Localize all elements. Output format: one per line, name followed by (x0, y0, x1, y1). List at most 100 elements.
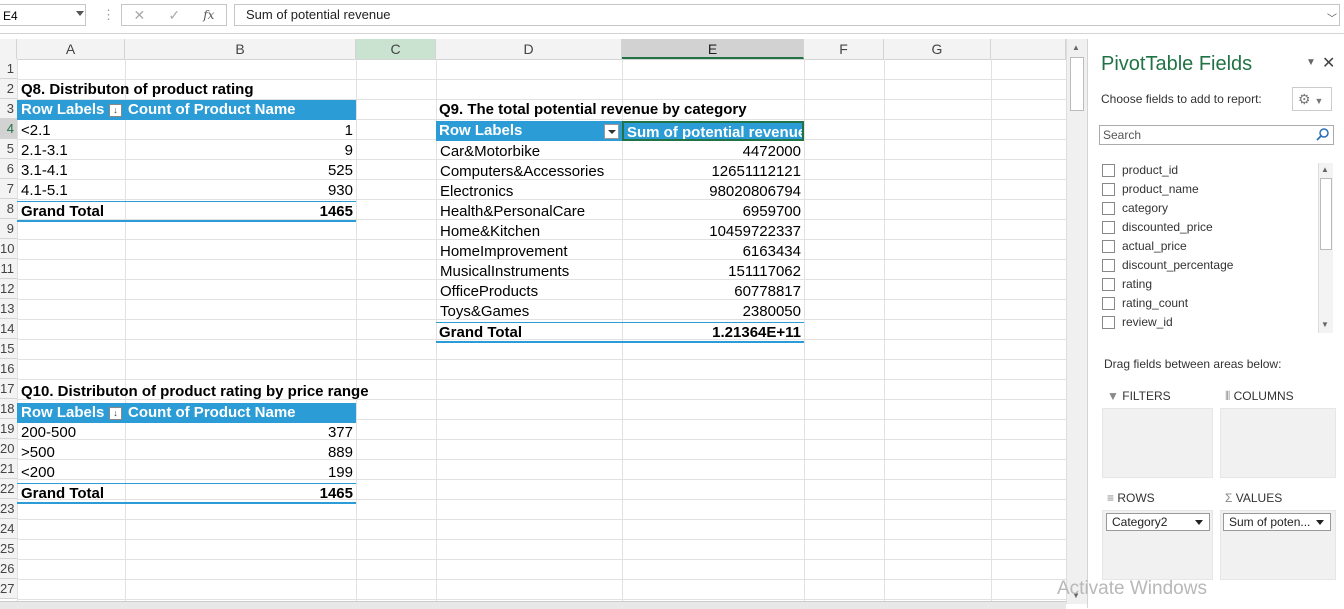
column-header-b[interactable]: B (125, 39, 356, 59)
q9-row-label[interactable]: MusicalInstruments (436, 262, 622, 282)
row-header[interactable]: 10 (0, 239, 17, 259)
search-icon[interactable] (1316, 127, 1330, 141)
column-header-a[interactable]: A (17, 39, 125, 59)
q10-row-label[interactable]: >500 (17, 443, 125, 463)
checkbox-icon[interactable] (1102, 202, 1115, 216)
q10-filter-icon[interactable]: ↓ (109, 407, 122, 420)
field-item[interactable]: product_name (1102, 181, 1199, 197)
field-item[interactable]: discount_percentage (1102, 257, 1233, 273)
filters-drop-area[interactable] (1102, 408, 1213, 478)
q9-row-label[interactable]: Toys&Games (436, 302, 622, 322)
checkbox-icon[interactable] (1102, 316, 1115, 330)
column-header-f[interactable]: F (804, 39, 884, 59)
row-header[interactable]: 9 (0, 219, 17, 239)
field-item[interactable]: category (1102, 200, 1168, 216)
row-header[interactable]: 24 (0, 519, 17, 539)
name-box-dropdown-icon[interactable] (76, 11, 84, 16)
q9-row-value[interactable]: 98020806794 (622, 182, 804, 202)
q9-row-value[interactable]: 60778817 (622, 282, 804, 302)
column-header-h[interactable] (991, 39, 1066, 59)
field-scroll-up-icon[interactable]: ▲ (1321, 165, 1329, 174)
row-header[interactable]: 17 (0, 379, 17, 399)
row-header[interactable]: 2 (0, 79, 17, 99)
row-header[interactable]: 18 (0, 399, 17, 419)
q9-filter-icon[interactable] (604, 124, 619, 139)
q10-row-value[interactable]: 889 (125, 443, 356, 463)
column-header-g[interactable]: G (884, 39, 991, 59)
column-header-d[interactable]: D (436, 39, 622, 59)
q10-row-label[interactable]: 200-500 (17, 423, 125, 443)
field-item[interactable]: product_id (1102, 162, 1178, 178)
q8-row-value[interactable]: 1 (125, 121, 356, 141)
q8-row-value[interactable]: 9 (125, 141, 356, 161)
row-header[interactable]: 8 (0, 199, 17, 219)
select-all-corner[interactable] (0, 39, 17, 59)
values-field-pill[interactable]: Sum of poten... (1223, 513, 1331, 531)
q8-row-label[interactable]: 2.1-3.1 (17, 141, 125, 161)
field-item[interactable]: rating (1102, 276, 1152, 292)
row-header[interactable]: 4 (0, 119, 17, 139)
q9-row-label[interactable]: Health&PersonalCare (436, 202, 622, 222)
row-header[interactable]: 6 (0, 159, 17, 179)
row-header[interactable]: 7 (0, 179, 17, 199)
vertical-scrollbar[interactable] (1066, 39, 1087, 604)
field-item[interactable]: review_id (1102, 314, 1173, 330)
checkbox-icon[interactable] (1102, 297, 1115, 311)
gear-icon[interactable]: ⚙ ▼ (1292, 87, 1332, 111)
q8-row-value[interactable]: 525 (125, 161, 356, 181)
field-item[interactable]: actual_price (1102, 238, 1187, 254)
q10-row-value[interactable]: 377 (125, 423, 356, 443)
column-header-e[interactable]: E (622, 39, 804, 59)
row-header[interactable]: 11 (0, 259, 17, 279)
checkbox-icon[interactable] (1102, 240, 1115, 254)
formula-input[interactable]: Sum of potential revenue (234, 4, 1340, 26)
field-item[interactable]: rating_count (1102, 295, 1188, 311)
row-header[interactable]: 16 (0, 359, 17, 379)
q9-row-value[interactable]: 10459722337 (622, 222, 804, 242)
field-list-scroll-thumb[interactable] (1320, 178, 1332, 250)
checkbox-icon[interactable] (1102, 259, 1115, 273)
q9-row-label[interactable]: HomeImprovement (436, 242, 622, 262)
q9-row-label[interactable]: OfficeProducts (436, 282, 622, 302)
q8-row-label[interactable]: <2.1 (17, 121, 125, 141)
row-header[interactable]: 19 (0, 419, 17, 439)
pane-options-icon[interactable]: ▼ (1306, 57, 1316, 68)
q9-row-value[interactable]: 6959700 (622, 202, 804, 222)
enter-icon[interactable]: ✓ (168, 7, 180, 24)
row-header[interactable]: 12 (0, 279, 17, 299)
q9-row-value[interactable]: 2380050 (622, 302, 804, 322)
q10-row-value[interactable]: 199 (125, 463, 356, 483)
q9-row-value[interactable]: 151117062 (622, 262, 804, 282)
checkbox-icon[interactable] (1102, 278, 1115, 292)
q9-row-label[interactable]: Car&Motorbike (436, 142, 622, 162)
row-header[interactable]: 27 (0, 579, 17, 599)
insert-function-icon[interactable]: fx (203, 8, 214, 22)
row-header[interactable]: 1 (0, 59, 17, 79)
cancel-icon[interactable]: ✕ (134, 7, 146, 24)
vertical-scroll-thumb[interactable] (1070, 57, 1084, 111)
row-header[interactable]: 13 (0, 299, 17, 319)
field-item[interactable]: discounted_price (1102, 219, 1213, 235)
row-header[interactable]: 20 (0, 439, 17, 459)
q8-row-value[interactable]: 930 (125, 181, 356, 201)
close-icon[interactable]: ✕ (1322, 53, 1335, 73)
row-header[interactable]: 22 (0, 479, 17, 499)
name-box[interactable]: E4 (0, 4, 86, 26)
rows-field-pill[interactable]: Category2 (1106, 513, 1210, 531)
q10-row-label[interactable]: <200 (17, 463, 125, 483)
row-header[interactable]: 25 (0, 539, 17, 559)
column-header-c[interactable]: C (356, 39, 436, 59)
field-search-input[interactable]: Search (1099, 125, 1334, 145)
q9-row-value[interactable]: 6163434 (622, 242, 804, 262)
field-scroll-down-icon[interactable]: ▼ (1321, 320, 1329, 329)
q8-row-label[interactable]: 4.1-5.1 (17, 181, 125, 201)
row-header[interactable]: 14 (0, 319, 17, 339)
checkbox-icon[interactable] (1102, 164, 1115, 178)
q9-row-label[interactable]: Home&Kitchen (436, 222, 622, 242)
q9-header-value[interactable]: Sum of potential revenue (622, 121, 804, 141)
checkbox-icon[interactable] (1102, 221, 1115, 235)
q9-row-value[interactable]: 4472000 (622, 142, 804, 162)
expand-formula-icon[interactable]: ﹀ (1327, 10, 1337, 25)
scroll-up-icon[interactable]: ▲ (1072, 43, 1080, 52)
q9-row-label[interactable]: Electronics (436, 182, 622, 202)
